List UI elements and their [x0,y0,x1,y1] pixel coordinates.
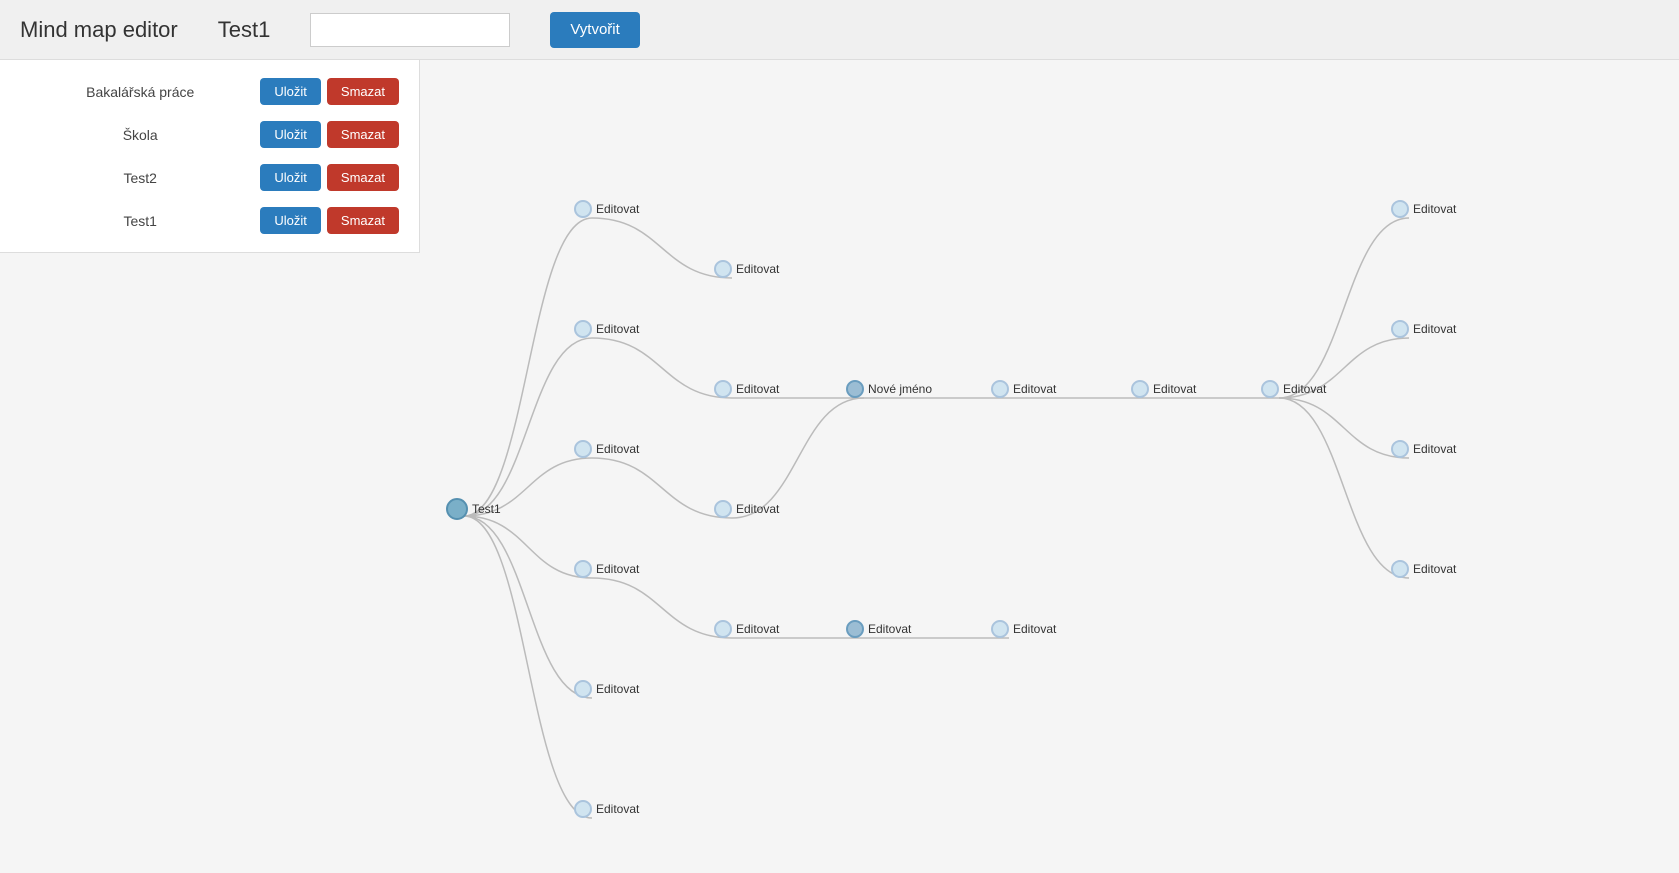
map-item-name: Bakalářská práce [20,84,260,100]
mindmap-node: Nové jméno [846,380,932,398]
map-item-name: Test1 [20,213,260,229]
node-label: Editovat [596,562,639,576]
node-circle [846,380,864,398]
node-label: Editovat [596,802,639,816]
node-circle [1131,380,1149,398]
node-label: Editovat [1283,382,1326,396]
node-label: Editovat [596,442,639,456]
node-label: Editovat [1013,622,1056,636]
node-label: Editovat [1413,442,1456,456]
map-item-name: Škola [20,127,260,143]
mindmap-node: Editovat [574,320,639,338]
node-label: Editovat [1413,562,1456,576]
save-button[interactable]: Uložit [260,78,321,105]
mindmap-node: Editovat [714,620,779,638]
node-circle [446,498,468,520]
map-item: Test2UložitSmazat [0,156,419,199]
save-button[interactable]: Uložit [260,164,321,191]
node-circle [574,440,592,458]
node-label: Editovat [868,622,911,636]
node-label: Editovat [1413,322,1456,336]
mindmap-node: Editovat [991,380,1056,398]
delete-button[interactable]: Smazat [327,164,399,191]
delete-button[interactable]: Smazat [327,78,399,105]
node-circle [1391,440,1409,458]
delete-button[interactable]: Smazat [327,207,399,234]
mindmap-node: Editovat [1391,440,1456,458]
mindmap-node: Editovat [846,620,911,638]
node-circle [574,320,592,338]
map-item: Bakalářská práceUložitSmazat [0,70,419,113]
node-label: Nové jméno [868,382,932,396]
mindmap-node: Editovat [1131,380,1196,398]
node-circle [1391,200,1409,218]
node-circle [1391,320,1409,338]
node-circle [574,800,592,818]
node-label: Editovat [1013,382,1056,396]
node-circle [714,620,732,638]
mindmap-node: Editovat [574,560,639,578]
mindmap-node: Editovat [574,440,639,458]
map-item: ŠkolaUložitSmazat [0,113,419,156]
node-label: Editovat [596,202,639,216]
mindmap-node: Editovat [1391,200,1456,218]
delete-button[interactable]: Smazat [327,121,399,148]
node-label: Editovat [736,502,779,516]
map-item: Test1UložitSmazat [0,199,419,242]
node-label: Editovat [736,262,779,276]
node-label: Test1 [472,502,501,516]
mindmap-node: Editovat [574,800,639,818]
node-circle [574,560,592,578]
save-button[interactable]: Uložit [260,207,321,234]
mindmap-node: Editovat [574,200,639,218]
mindmap-node: Editovat [1391,320,1456,338]
header: Mind map editor Test1 Vytvořit [0,0,1679,60]
create-button[interactable]: Vytvořit [550,12,639,48]
mindmap-node: Editovat [991,620,1056,638]
node-label: Editovat [596,682,639,696]
node-circle [574,680,592,698]
sidebar: Bakalářská práceUložitSmazatŠkolaUložitS… [0,60,420,253]
mindmap-node: Editovat [1261,380,1326,398]
node-circle [991,380,1009,398]
root-node: Test1 [446,498,501,520]
mindmap-node: Editovat [714,380,779,398]
node-circle [846,620,864,638]
node-label: Editovat [736,622,779,636]
mindmap-node: Editovat [574,680,639,698]
app-title: Mind map editor [20,17,178,43]
node-circle [714,380,732,398]
node-circle [574,200,592,218]
mindmap-node: Editovat [714,500,779,518]
node-label: Editovat [596,322,639,336]
node-label: Editovat [1153,382,1196,396]
node-circle [991,620,1009,638]
node-label: Editovat [1413,202,1456,216]
save-button[interactable]: Uložit [260,121,321,148]
node-circle [714,260,732,278]
new-map-input[interactable] [310,13,510,47]
mindmap-node: Editovat [1391,560,1456,578]
node-circle [1261,380,1279,398]
node-circle [1391,560,1409,578]
map-item-name: Test2 [20,170,260,186]
current-map-name: Test1 [218,17,271,43]
node-circle [714,500,732,518]
mindmap-node: Editovat [714,260,779,278]
node-label: Editovat [736,382,779,396]
